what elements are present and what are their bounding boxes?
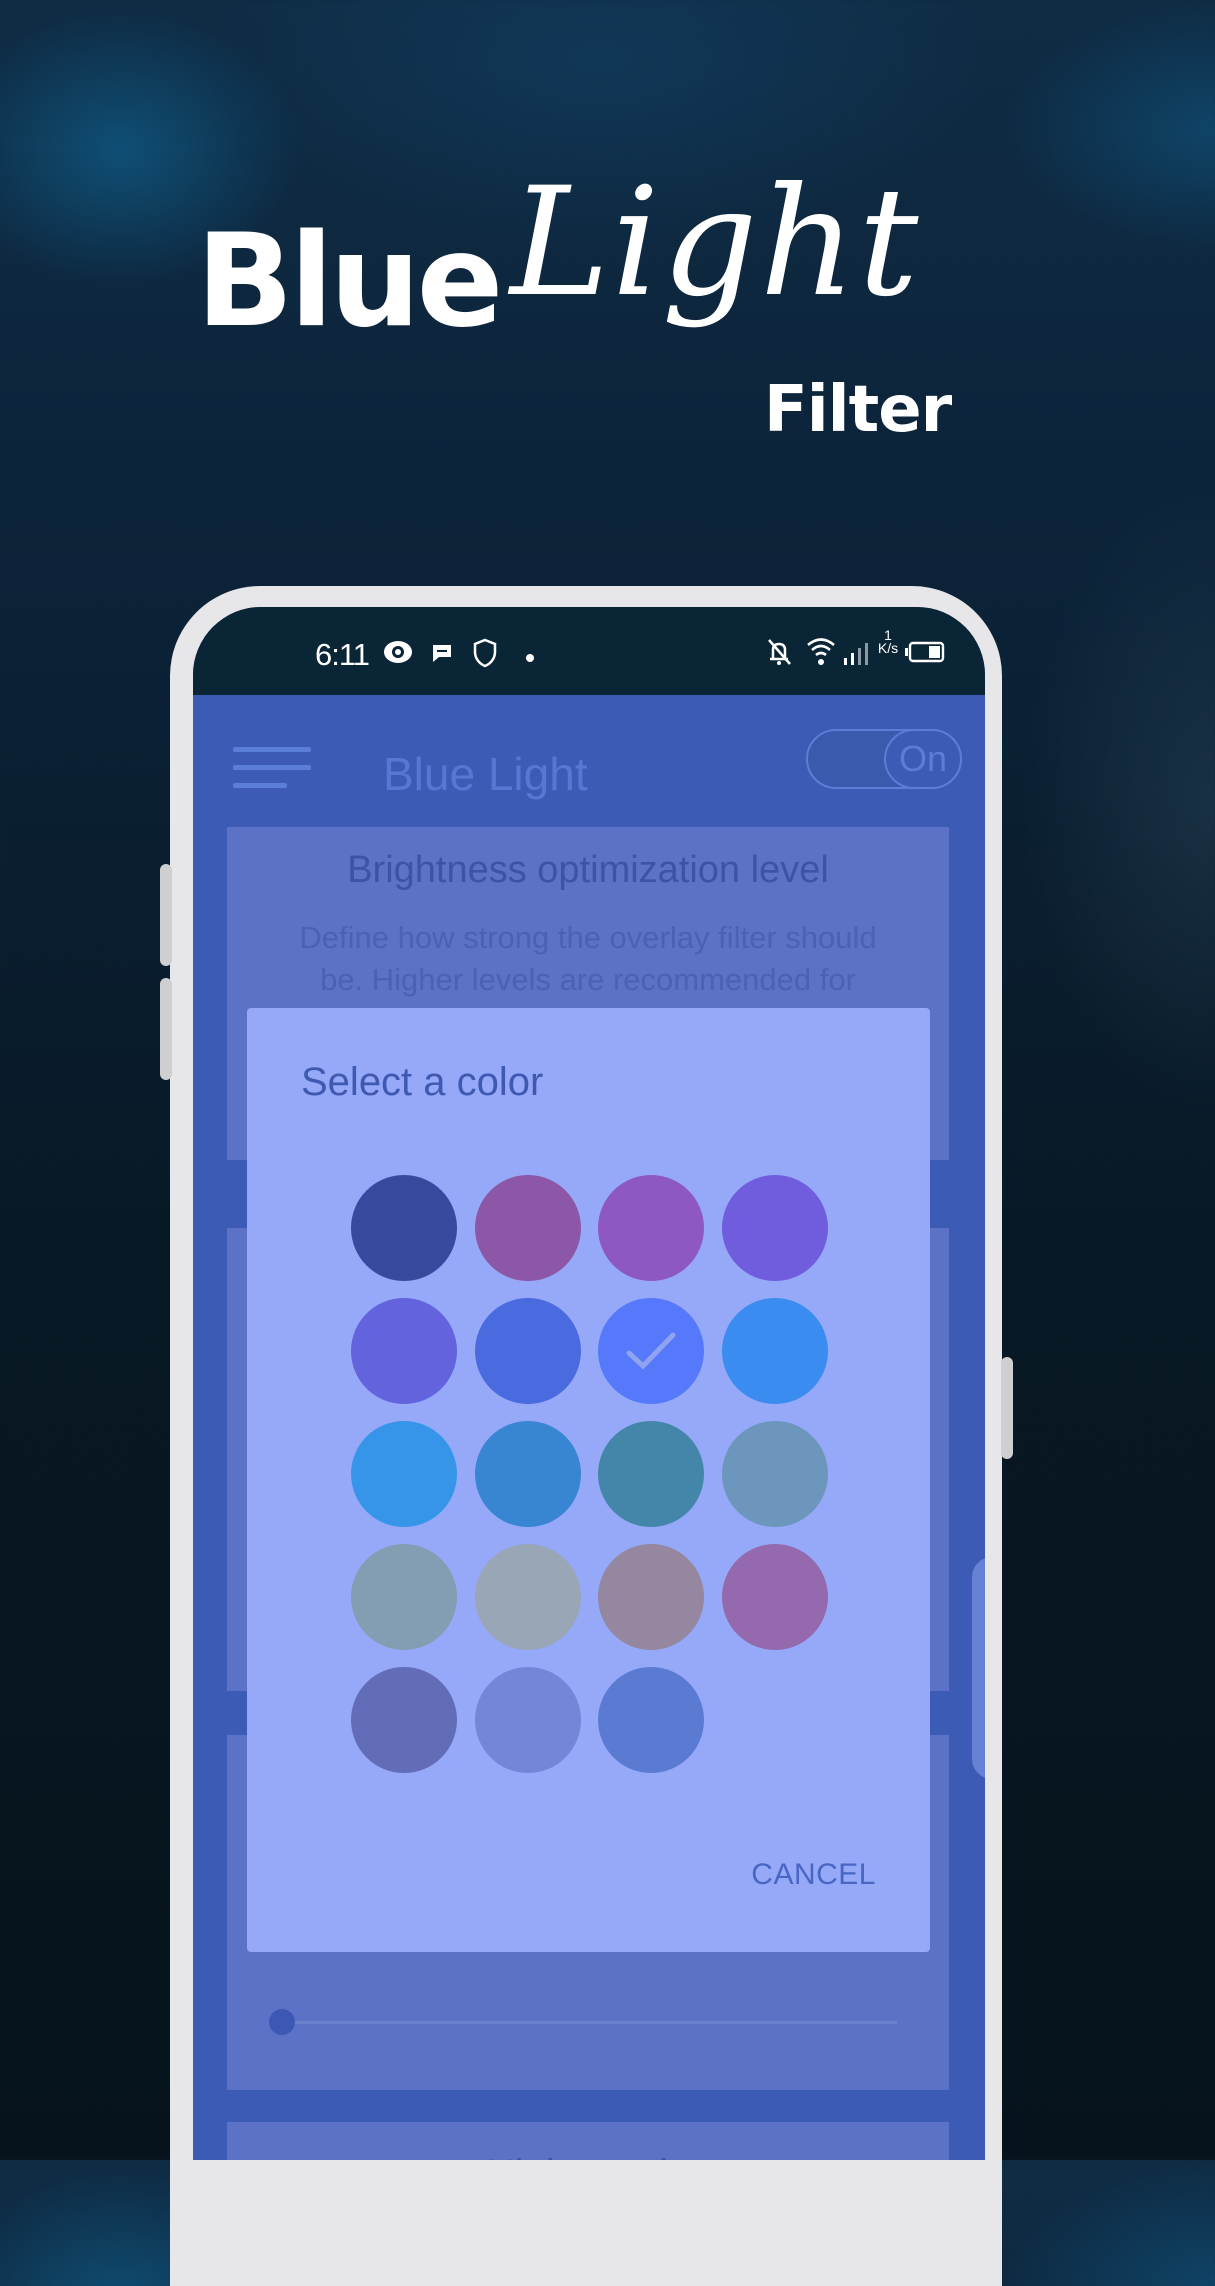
battery-icon bbox=[905, 641, 945, 668]
night-mode-card: Night mode bbox=[227, 2122, 949, 2160]
color-swatch[interactable] bbox=[474, 1421, 581, 1527]
checkmark-icon bbox=[626, 1332, 676, 1370]
hamburger-menu-icon[interactable] bbox=[233, 747, 313, 791]
color-swatch[interactable] bbox=[351, 1421, 457, 1527]
cancel-button[interactable]: CANCEL bbox=[751, 1858, 876, 1892]
color-swatch[interactable] bbox=[598, 1175, 704, 1281]
toggle-knob: On bbox=[884, 729, 962, 789]
color-swatch[interactable] bbox=[474, 1667, 581, 1773]
card-title: Night mode bbox=[227, 2152, 949, 2160]
message-icon bbox=[431, 643, 453, 668]
color-swatch[interactable] bbox=[721, 1298, 828, 1404]
network-speed: 1 K/s bbox=[875, 628, 901, 656]
color-swatch[interactable] bbox=[474, 1544, 581, 1650]
app-title: Blue Light bbox=[383, 748, 588, 800]
slider-track[interactable] bbox=[277, 2021, 897, 2024]
color-swatch[interactable] bbox=[721, 1175, 828, 1281]
dialog-title: Select a color bbox=[301, 1060, 544, 1104]
color-swatch[interactable] bbox=[598, 1421, 704, 1527]
color-swatch[interactable] bbox=[351, 1667, 457, 1773]
volume-down-button bbox=[160, 978, 172, 1080]
color-swatch[interactable] bbox=[721, 1421, 828, 1527]
color-swatch-selected[interactable] bbox=[598, 1298, 704, 1404]
notification-dot-icon bbox=[526, 649, 534, 667]
power-button bbox=[1001, 1357, 1013, 1459]
filter-toggle-switch[interactable]: On bbox=[806, 729, 962, 789]
card-title: Brightness optimization level bbox=[347, 849, 829, 891]
slider-thumb[interactable] bbox=[269, 2009, 295, 2035]
wifi-icon bbox=[805, 635, 837, 672]
bell-off-icon bbox=[765, 637, 793, 672]
color-swatch[interactable] bbox=[598, 1544, 704, 1650]
color-swatch[interactable] bbox=[351, 1298, 457, 1404]
hero-word-blue: Blue bbox=[196, 207, 503, 356]
toggle-label: On bbox=[898, 738, 948, 779]
color-swatch[interactable] bbox=[474, 1298, 581, 1404]
color-swatch[interactable] bbox=[598, 1667, 704, 1773]
network-speed-unit: K/s bbox=[877, 640, 899, 656]
status-bar: 6:11 1 K/s bbox=[193, 607, 985, 695]
edge-panel-handle[interactable] bbox=[972, 1557, 985, 1779]
status-time: 6:11 bbox=[315, 637, 370, 672]
color-picker-dialog: Select a color CANCEL bbox=[247, 1008, 930, 1952]
hero-heading: Blue Light Filter bbox=[0, 0, 1215, 460]
card-description-line2: be. Higher levels are recommended for bbox=[320, 962, 856, 997]
signal-icon bbox=[843, 641, 869, 672]
color-swatch[interactable] bbox=[351, 1544, 457, 1650]
hero-word-filter: Filter bbox=[764, 373, 952, 447]
color-swatch[interactable] bbox=[351, 1175, 457, 1281]
hero-word-light: Light bbox=[510, 156, 921, 330]
color-swatch[interactable] bbox=[721, 1544, 828, 1650]
phone-screen: 6:11 1 K/s Blue Light On Brightness opti… bbox=[193, 607, 985, 2160]
eye-icon bbox=[383, 639, 413, 670]
shield-icon bbox=[473, 638, 497, 673]
color-swatch[interactable] bbox=[474, 1175, 581, 1281]
card-description-line1: Define how strong the overlay filter sho… bbox=[299, 920, 877, 955]
volume-up-button bbox=[160, 864, 172, 966]
